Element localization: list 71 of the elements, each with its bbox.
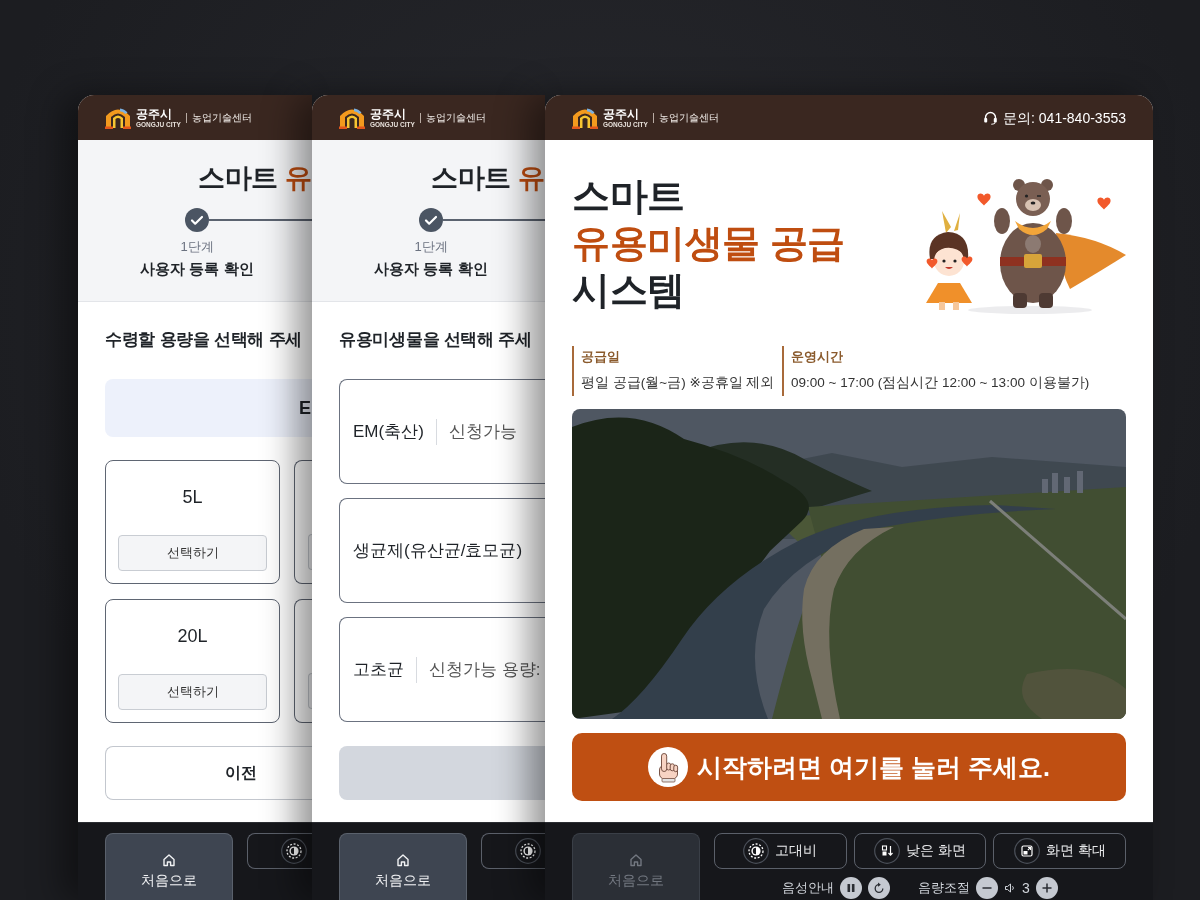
replay-icon — [873, 882, 886, 894]
logo-icon — [572, 106, 598, 129]
department-name: 농업기술센터 — [658, 111, 719, 124]
home-icon — [396, 853, 410, 867]
info-value: 평일 공급(월~금) ※공휴일 제외 — [581, 374, 775, 392]
selected-item-banner: E — [105, 379, 312, 437]
home-icon — [629, 853, 643, 867]
department-name: 농업기술센터 — [191, 111, 252, 124]
logo-text: 공주시 — [603, 107, 639, 121]
info-value: 09:00 ~ 17:00 (점심시간 12:00 ~ 13:00 이용불가) — [791, 374, 1090, 392]
logo-icon — [339, 106, 365, 129]
select-button[interactable]: 선택하기 — [118, 535, 267, 571]
title-text: 유 — [284, 162, 311, 195]
contact-phone: 문의: 041-840-3553 — [1003, 108, 1126, 127]
availability-text: 신청가능 용량: — [429, 659, 541, 681]
availability-text: 신청가능 — [448, 421, 517, 443]
title-text: 유 — [517, 162, 544, 195]
option-card[interactable]: 20L 선택하기 — [105, 599, 280, 723]
start-button[interactable]: 시작하려면 여기를 눌러 주세요. — [572, 733, 1126, 801]
logo-text: 공주시 — [136, 107, 172, 121]
prompt-text: 수령할 용량을 선택해 주세 — [105, 329, 303, 351]
logo-text: 공주시 — [370, 107, 406, 121]
home-icon — [162, 853, 176, 867]
title-line: 스마트 — [572, 174, 685, 219]
prompt-text: 유용미생물을 선택해 주세 — [339, 329, 533, 351]
title-text: 스마트 — [431, 162, 511, 195]
screen-zoom-button[interactable]: 화면 확대 — [993, 833, 1126, 869]
volume-label: 5L — [182, 486, 203, 508]
speaker-icon — [1004, 882, 1017, 894]
contrast-icon — [743, 838, 770, 864]
option-card[interactable] — [294, 460, 312, 584]
step-label: 사용자 등록 확인 — [374, 259, 488, 279]
home-button[interactable]: 처음으로 — [105, 833, 233, 900]
plus-icon — [1040, 882, 1053, 894]
option-card[interactable]: 5L 선택하기 — [105, 460, 280, 584]
expand-icon — [1013, 838, 1040, 864]
pause-icon — [845, 882, 858, 894]
title-line: 유용미생물 공급 — [572, 221, 845, 266]
volume-control-label: 음량조절 — [918, 879, 971, 897]
home-button[interactable]: 처음으로 — [339, 833, 467, 900]
microbe-name: 고초균 — [353, 659, 404, 681]
info-label: 공급일 — [581, 348, 620, 366]
department-name: 농업기술센터 — [425, 111, 486, 124]
step-number: 1단계 — [414, 238, 448, 256]
select-button[interactable]: 선택하기 — [118, 674, 267, 710]
logo-icon — [105, 106, 131, 129]
voice-guide-label: 음성안내 — [782, 879, 835, 897]
title-text: 스마트 — [198, 162, 278, 195]
contrast-icon — [515, 838, 541, 864]
microbe-name: 생균제(유산균/효모균) — [353, 540, 523, 562]
step-number: 1단계 — [180, 238, 214, 256]
volume-label: 20L — [177, 625, 208, 647]
title-line: 시스템 — [572, 268, 685, 313]
info-label: 운영시간 — [791, 348, 843, 366]
high-contrast-button[interactable]: 고대비 — [714, 833, 847, 869]
low-screen-button[interactable]: 낮은 화면 — [853, 833, 987, 869]
back-button[interactable]: 이전 — [105, 746, 312, 800]
pause-button[interactable] — [840, 877, 863, 899]
pointing-hand-icon — [648, 747, 689, 787]
step-label: 사용자 등록 확인 — [140, 259, 254, 279]
volume-up-button[interactable] — [1035, 877, 1058, 899]
volume-down-button[interactable] — [976, 877, 999, 899]
option-card[interactable] — [294, 599, 312, 723]
volume-level: 3 — [1022, 879, 1030, 897]
headset-icon — [983, 110, 999, 125]
replay-button[interactable] — [868, 877, 891, 899]
microbe-name: EM(축산) — [353, 421, 424, 443]
high-contrast-button[interactable] — [247, 833, 312, 869]
screen-arrow-down-icon — [874, 838, 901, 864]
high-contrast-button[interactable] — [481, 833, 545, 869]
contrast-icon — [281, 838, 307, 864]
